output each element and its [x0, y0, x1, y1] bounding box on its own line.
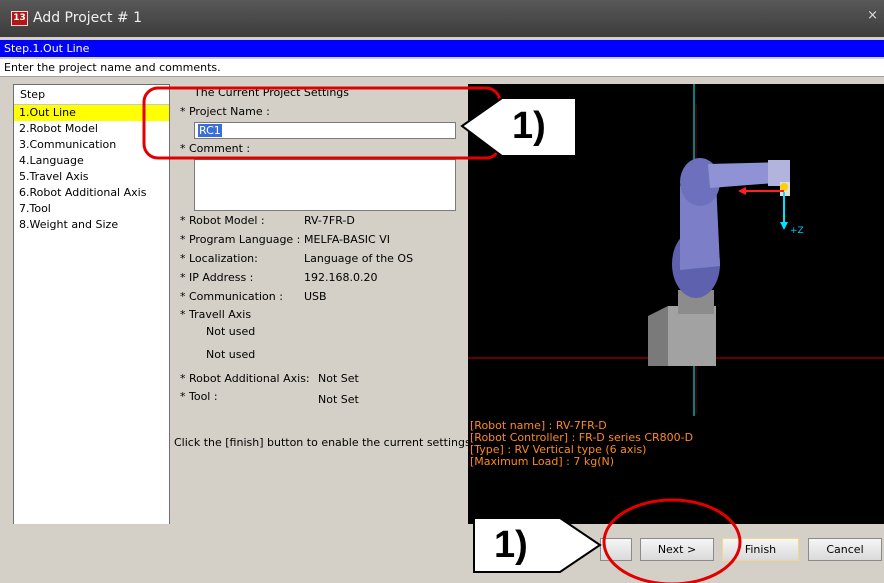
travel-axis-value-2: Not used [206, 348, 256, 361]
title-bar: 13 Add Project # 1 × [0, 0, 884, 37]
step-item-robot-model[interactable]: 2.Robot Model [14, 121, 169, 137]
step-item-weight-and-size[interactable]: 8.Weight and Size [14, 217, 169, 233]
step-item-robot-additional-axis[interactable]: 6.Robot Additional Axis [14, 185, 169, 201]
settings-title: The Current Project Settings [194, 86, 350, 99]
project-name-value: RC1 [198, 124, 222, 137]
program-language-label: * Program Language : [180, 233, 301, 246]
step-item-travel-axis[interactable]: 5.Travel Axis [14, 169, 169, 185]
program-language-value: MELFA-BASIC VI [304, 233, 390, 246]
ip-address-value: 192.168.0.20 [304, 271, 378, 284]
cancel-button[interactable]: Cancel [808, 538, 882, 561]
max-load-info: [Maximum Load] : 7 kg(N) [470, 455, 615, 468]
z-axis-marker: +Z [790, 226, 804, 236]
ip-address-label: * IP Address : [180, 271, 254, 284]
communication-value: USB [304, 290, 327, 303]
step-description: Enter the project name and comments. [0, 59, 884, 77]
travel-axis-value-1: Not used [206, 325, 256, 338]
travel-axis-label: * Travell Axis [180, 308, 252, 321]
step-list-header: Step [14, 85, 169, 105]
step-item-tool[interactable]: 7.Tool [14, 201, 169, 217]
localization-label: * Localization: [180, 252, 258, 265]
step-item-communication[interactable]: 3.Communication [14, 137, 169, 153]
localization-value: Language of the OS [304, 252, 414, 265]
step-header: Step.1.Out Line [0, 40, 884, 57]
back-button[interactable] [600, 538, 632, 561]
step-item-language[interactable]: 4.Language [14, 153, 169, 169]
tool-value: Not Set [318, 393, 359, 406]
robot-model-value: RV-7FR-D [304, 214, 355, 227]
step-item-out-line[interactable]: 1.Out Line [14, 105, 169, 121]
next-button[interactable]: Next > [640, 538, 714, 561]
callout-label-top: 1) [512, 105, 546, 147]
project-name-input[interactable]: RC1 [194, 122, 456, 139]
project-name-label: * Project Name : [180, 105, 270, 118]
additional-axis-label: * Robot Additional Axis: [180, 372, 310, 385]
finish-hint: Click the [finish] button to enable the … [174, 436, 475, 449]
finish-button[interactable]: Finish [722, 538, 799, 561]
additional-axis-value: Not Set [318, 372, 359, 385]
comment-label: * Comment : [180, 142, 251, 155]
robot-preview: +Z [Robot name] : RV-7FR-D [Robot Contro… [468, 84, 884, 524]
button-bar: Next > Finish Cancel [0, 524, 884, 583]
tool-label: * Tool : [180, 390, 218, 403]
app-icon: 13 [11, 11, 28, 26]
communication-label: * Communication : [180, 290, 283, 303]
step-list: Step 1.Out Line 2.Robot Model 3.Communic… [13, 84, 170, 564]
robot-model-label: * Robot Model : [180, 214, 265, 227]
callout-label-bottom: 1) [494, 524, 528, 566]
close-icon[interactable]: × [867, 8, 878, 23]
comment-field[interactable] [194, 159, 456, 211]
settings-panel: The Current Project Settings * Project N… [170, 84, 474, 524]
window-title: Add Project # 1 [33, 10, 142, 26]
